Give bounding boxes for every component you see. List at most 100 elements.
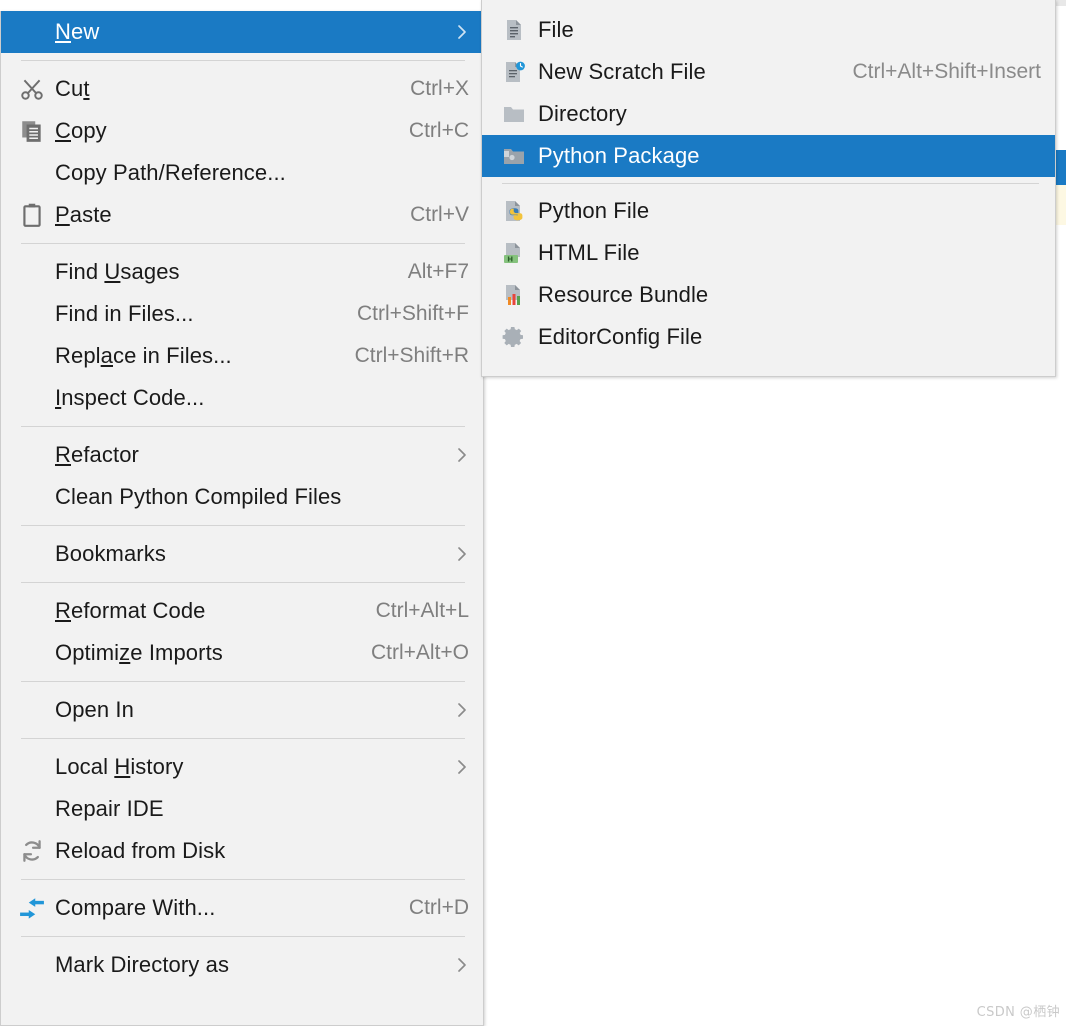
html-file-icon: H [502, 239, 532, 267]
menu-item-repair-ide[interactable]: Repair IDE [1, 788, 483, 830]
menu-separator-5 [21, 582, 465, 583]
csdn-watermark: CSDN @栖钟 [976, 1005, 1060, 1020]
file-icon [502, 16, 532, 44]
menu-separator-7 [21, 738, 465, 739]
submenu-item-html-file[interactable]: H HTML File [482, 232, 1055, 274]
icon-placeholder [19, 483, 49, 511]
menu-item-find-in-files[interactable]: Find in Files... Ctrl+Shift+F [1, 293, 483, 335]
menu-item-reload-from-disk[interactable]: Reload from Disk [1, 830, 483, 872]
copy-icon [19, 117, 49, 145]
menu-separator-6 [21, 681, 465, 682]
menu-item-bookmarks[interactable]: Bookmarks [1, 533, 483, 575]
menu-separator-3 [21, 426, 465, 427]
icon-placeholder [19, 18, 49, 46]
submenu-item-new-scratch-file-shortcut: Ctrl+Alt+Shift+Insert [852, 60, 1042, 83]
chevron-right-icon [455, 758, 469, 776]
menu-item-replace-in-files-shortcut: Ctrl+Shift+R [354, 344, 469, 367]
menu-separator-8 [21, 879, 465, 880]
menu-separator-9 [21, 936, 465, 937]
icon-placeholder [19, 258, 49, 286]
menu-item-local-history-label: Local History [55, 754, 184, 779]
menu-item-copy-path-reference-label: Copy Path/Reference... [55, 160, 286, 185]
menu-item-paste[interactable]: Paste Ctrl+V [1, 194, 483, 236]
menu-item-cut-shortcut: Ctrl+X [410, 77, 469, 100]
submenu-item-directory[interactable]: Directory [482, 93, 1055, 135]
menu-item-replace-in-files-label: Replace in Files... [55, 343, 232, 368]
icon-placeholder [19, 441, 49, 469]
submenu-item-resource-bundle[interactable]: Resource Bundle [482, 274, 1055, 316]
menu-item-find-in-files-label: Find in Files... [55, 301, 194, 326]
menu-item-new[interactable]: New [1, 11, 483, 53]
icon-placeholder [19, 384, 49, 412]
new-submenu: File New Scratch File Ctrl+Alt+Shift+Inser… [481, 0, 1056, 377]
menu-item-mark-directory-as[interactable]: Mark Directory as [1, 944, 483, 986]
submenu-item-resource-bundle-label: Resource Bundle [538, 282, 709, 307]
context-menu: New Cut Ctrl+X Copy Ctrl+C Copy Path/Referenc… [0, 11, 484, 1026]
menu-item-cut-label: Cut [55, 76, 90, 101]
menu-item-copy-label: Copy [55, 118, 107, 143]
menu-item-clean-python-compiled-files-label: Clean Python Compiled Files [55, 484, 342, 509]
menu-item-optimize-imports-shortcut: Ctrl+Alt+O [370, 641, 469, 664]
icon-placeholder [19, 300, 49, 328]
menu-item-clean-python-compiled-files[interactable]: Clean Python Compiled Files [1, 476, 483, 518]
icon-placeholder [19, 597, 49, 625]
folder-icon [502, 100, 532, 128]
submenu-item-python-package[interactable]: Python Package [482, 135, 1055, 177]
submenu-item-new-scratch-file[interactable]: New Scratch File Ctrl+Alt+Shift+Insert [482, 51, 1055, 93]
submenu-item-directory-label: Directory [538, 101, 627, 126]
menu-item-find-usages-label: Find Usages [55, 259, 180, 284]
menu-item-compare-with[interactable]: Compare With... Ctrl+D [1, 887, 483, 929]
submenu-item-html-file-label: HTML File [538, 240, 640, 265]
menu-item-optimize-imports-label: Optimize Imports [55, 640, 223, 665]
menu-item-open-in-label: Open In [55, 697, 134, 722]
menu-item-copy[interactable]: Copy Ctrl+C [1, 110, 483, 152]
submenu-item-new-scratch-file-label: New Scratch File [538, 59, 706, 84]
python-package-icon [502, 142, 532, 170]
menu-item-optimize-imports[interactable]: Optimize Imports Ctrl+Alt+O [1, 632, 483, 674]
icon-placeholder [19, 342, 49, 370]
svg-text:H: H [507, 255, 513, 263]
chevron-right-icon [455, 446, 469, 464]
menu-item-inspect-code[interactable]: Inspect Code... [1, 377, 483, 419]
edge-strip-top [1055, 0, 1066, 6]
edge-strip-selection [1055, 150, 1066, 185]
edge-strip-highlight [1055, 185, 1066, 225]
menu-item-new-label: New [55, 19, 100, 44]
menu-item-open-in[interactable]: Open In [1, 689, 483, 731]
submenu-item-python-file-label: Python File [538, 198, 650, 223]
clipboard-icon [19, 201, 49, 229]
menu-item-compare-with-shortcut: Ctrl+D [408, 896, 469, 919]
menu-separator-2 [21, 243, 465, 244]
menu-item-find-usages[interactable]: Find Usages Alt+F7 [1, 251, 483, 293]
menu-item-find-usages-shortcut: Alt+F7 [407, 260, 469, 283]
chevron-right-icon [455, 701, 469, 719]
icon-placeholder [19, 753, 49, 781]
menu-item-cut[interactable]: Cut Ctrl+X [1, 68, 483, 110]
menu-item-reload-from-disk-label: Reload from Disk [55, 838, 226, 863]
menu-item-reformat-code[interactable]: Reformat Code Ctrl+Alt+L [1, 590, 483, 632]
menu-item-reformat-code-label: Reformat Code [55, 598, 206, 623]
scissors-icon [19, 75, 49, 103]
resource-bundle-icon [502, 281, 532, 309]
chevron-right-icon [455, 545, 469, 563]
submenu-item-python-file[interactable]: Python File [482, 190, 1055, 232]
menu-item-reformat-code-shortcut: Ctrl+Alt+L [375, 599, 469, 622]
menu-item-copy-path-reference[interactable]: Copy Path/Reference... [1, 152, 483, 194]
submenu-item-python-package-label: Python Package [538, 143, 700, 168]
menu-item-inspect-code-label: Inspect Code... [55, 385, 205, 410]
icon-placeholder [19, 159, 49, 187]
icon-placeholder [19, 795, 49, 823]
menu-item-replace-in-files[interactable]: Replace in Files... Ctrl+Shift+R [1, 335, 483, 377]
icon-placeholder [19, 696, 49, 724]
chevron-right-icon [455, 23, 469, 41]
submenu-item-editorconfig-file[interactable]: EditorConfig File [482, 316, 1055, 358]
reload-icon [19, 837, 49, 865]
menu-item-local-history[interactable]: Local History [1, 746, 483, 788]
menu-item-refactor[interactable]: Refactor [1, 434, 483, 476]
menu-item-copy-shortcut: Ctrl+C [408, 119, 469, 142]
submenu-item-file[interactable]: File [482, 9, 1055, 51]
editorconfig-icon [502, 323, 532, 351]
menu-item-find-in-files-shortcut: Ctrl+Shift+F [356, 302, 469, 325]
menu-item-paste-label: Paste [55, 202, 112, 227]
menu-item-compare-with-label: Compare With... [55, 895, 216, 920]
